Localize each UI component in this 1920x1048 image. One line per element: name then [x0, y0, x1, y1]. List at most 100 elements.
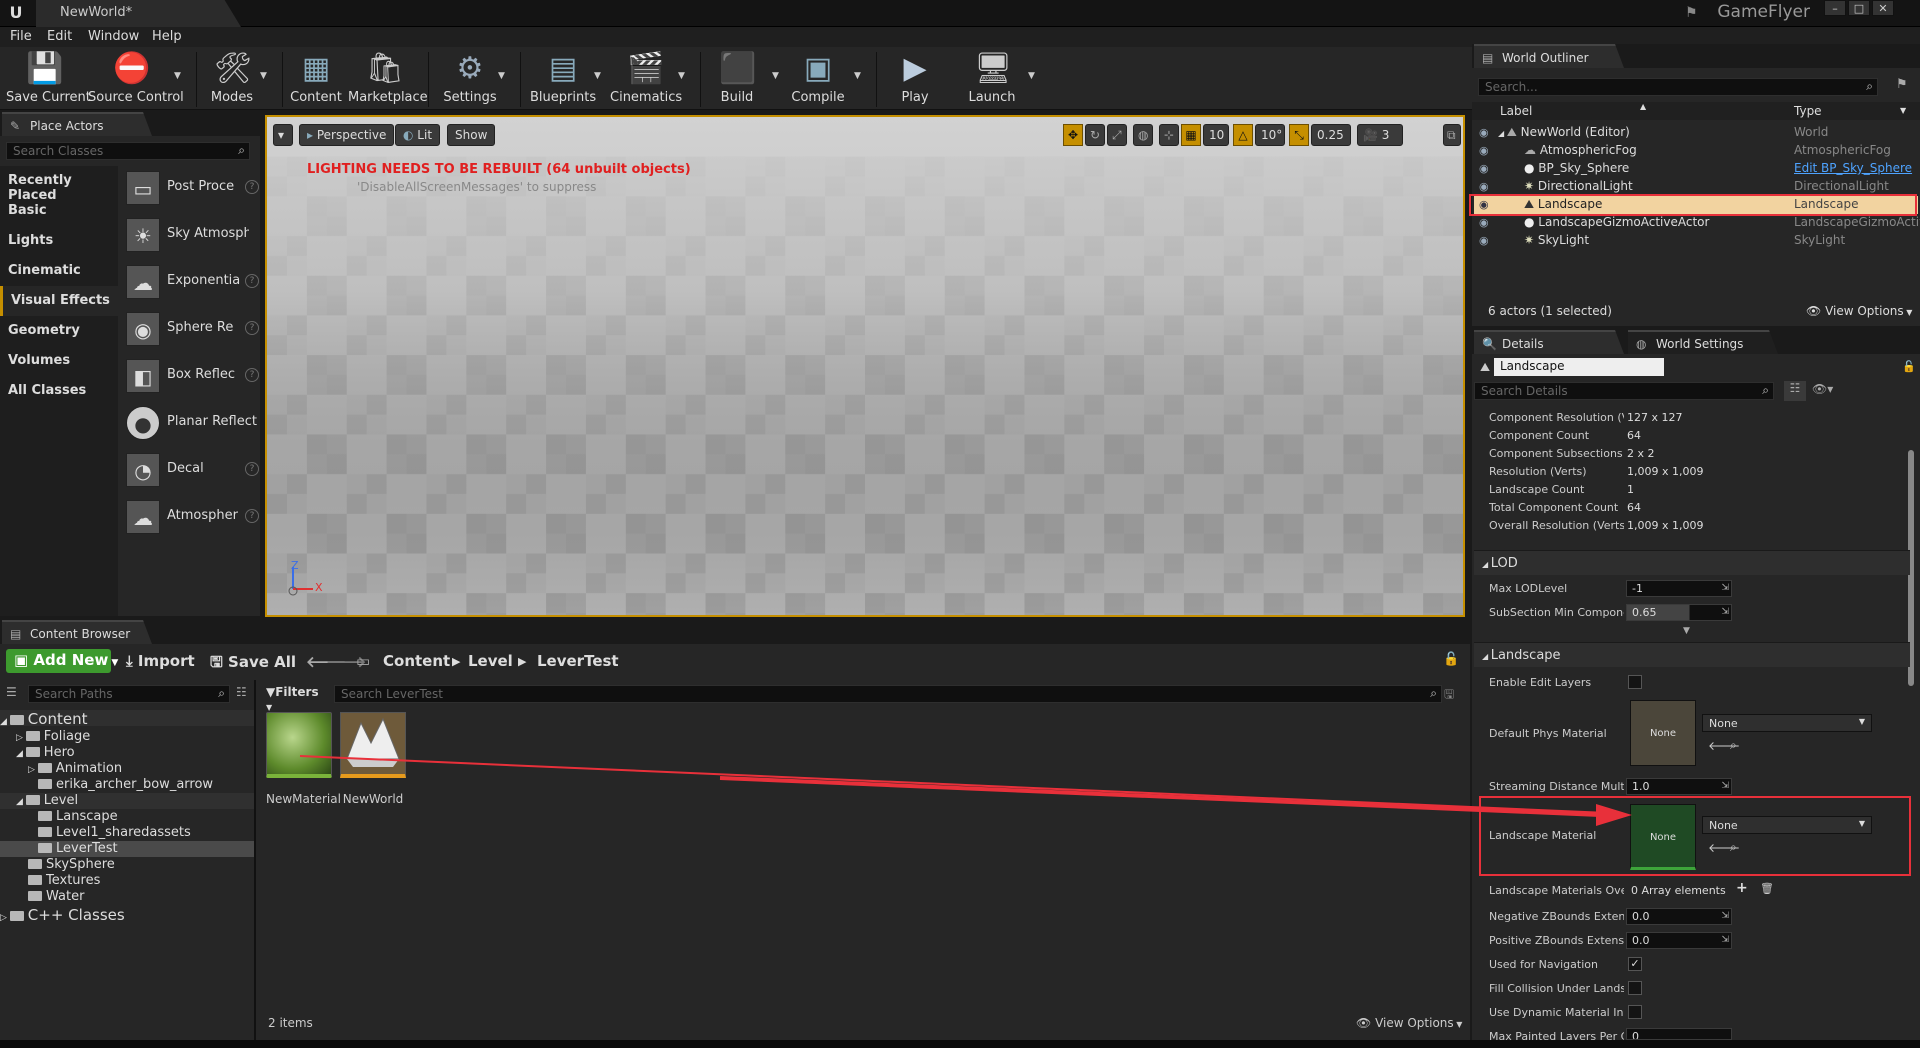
tab-content-browser[interactable]: ▤ Content Browser	[2, 620, 152, 644]
tab-world-settings[interactable]: ◍ World Settings	[1628, 330, 1778, 354]
level-viewport[interactable]: ▾ ▸ Perspective ◐ Lit Show ✥ ↻ ⤢ ◍ ⊹ ▦ 1…	[265, 115, 1465, 617]
phys-material-dropdown[interactable]: None ▼	[1702, 714, 1872, 732]
tree-item-content[interactable]: ◢ Content	[0, 710, 254, 728]
search-details-input[interactable]: Search Details ⌕	[1474, 382, 1774, 400]
help-icon[interactable]: ?	[245, 274, 259, 288]
asset-newworld-thumbnail[interactable]	[340, 712, 406, 778]
settings-button[interactable]: ⚙ Settings	[440, 50, 500, 108]
category-lights[interactable]: Lights	[0, 226, 118, 256]
column-label[interactable]: Label	[1500, 104, 1532, 118]
tree-item-level[interactable]: ◢ Level	[0, 793, 254, 809]
max-lod-level-input[interactable]: -1 ⇲	[1626, 580, 1732, 597]
search-asset-input[interactable]: Search LeverTest ⌕	[334, 685, 1442, 703]
delete-elements-icon[interactable]: 🗑	[1760, 882, 1774, 895]
breadcrumb-levertest[interactable]: LeverTest	[537, 652, 619, 670]
build-button[interactable]: ⬛ Build	[712, 50, 762, 108]
column-dropdown-icon[interactable]: ▼	[1900, 106, 1906, 115]
lock-selection-icon[interactable]: 🔓	[1902, 360, 1916, 373]
world-local-icon[interactable]: ◍	[1133, 124, 1153, 146]
max-painted-layers-input[interactable]: 0	[1626, 1028, 1732, 1040]
outliner-search-input[interactable]: Search... ⌕	[1478, 78, 1878, 96]
blueprints-button[interactable]: ▤ Blueprints	[530, 50, 596, 108]
enable-edit-layers-checkbox[interactable]	[1628, 675, 1642, 689]
perspective-button[interactable]: ▸ Perspective	[299, 124, 395, 146]
tree-item-lanscape[interactable]: Lanscape	[0, 809, 254, 825]
grid-snap-icon[interactable]: ▦	[1181, 124, 1201, 146]
browse-asset-icon[interactable]: ⌕	[1730, 738, 1737, 753]
category-basic[interactable]: Basic	[0, 196, 118, 226]
grid-snap-value[interactable]: 10	[1203, 124, 1229, 146]
menu-window[interactable]: Window	[88, 29, 139, 44]
save-current-button[interactable]: 💾 Save Current	[6, 50, 91, 108]
section-landscape[interactable]: ◢ Landscape	[1474, 642, 1910, 667]
streaming-distance-input[interactable]: 1.0 ⇲	[1626, 778, 1732, 795]
maximize-button[interactable]: □	[1848, 0, 1870, 16]
tab-details[interactable]: 🔍 Details	[1474, 330, 1624, 354]
outliner-row-newworld[interactable]: ◉ ◢ ⛰ NewWorld (Editor) World	[1474, 124, 1918, 142]
camera-speed[interactable]: 🎥 3	[1357, 124, 1403, 146]
tab-world-outliner[interactable]: ▤ World Outliner	[1474, 44, 1624, 68]
add-element-icon[interactable]: +	[1736, 880, 1748, 896]
actor-post-process[interactable]: ▭ Post Proce?	[122, 166, 259, 210]
outliner-row-skylight[interactable]: ◉ ✷ SkyLight SkyLight	[1474, 232, 1918, 250]
settings-dropdown-icon[interactable]: ▼	[498, 71, 505, 81]
filters-button[interactable]: ▼Filters ▼	[266, 685, 326, 712]
blueprints-dropdown-icon[interactable]: ▼	[594, 71, 601, 81]
tree-item-skysphere[interactable]: SkySphere	[0, 857, 254, 873]
details-view-options-icon[interactable]: 👁▾	[1812, 382, 1833, 396]
add-new-button[interactable]: ▣ Add New ▼	[6, 649, 118, 673]
modes-button[interactable]: 🛠 Modes	[206, 50, 258, 108]
negative-zbounds-input[interactable]: 0.0 ⇲	[1626, 908, 1732, 925]
tree-item-levertest[interactable]: LeverTest	[0, 841, 254, 857]
tree-item-cpp-classes[interactable]: ▷ C++ Classes	[0, 906, 254, 924]
category-recently-placed[interactable]: Recently Placed	[0, 166, 118, 203]
actor-decal[interactable]: ◔ Decal?	[122, 448, 259, 492]
tree-item-erika[interactable]: erika_archer_bow_arrow	[0, 777, 254, 793]
tree-item-animation[interactable]: ▷ Animation	[0, 761, 254, 777]
actor-exponential-fog[interactable]: ☁ Exponentia?	[122, 260, 259, 304]
category-visual-effects[interactable]: Visual Effects	[0, 286, 118, 316]
subsection-min-slider[interactable]: 0.65 ⇲	[1626, 604, 1732, 621]
help-icon[interactable]: ?	[245, 509, 259, 523]
compile-dropdown-icon[interactable]: ▼	[854, 71, 861, 81]
help-icon[interactable]: ?	[245, 321, 259, 335]
visibility-eye-icon[interactable]: ◉	[1479, 216, 1489, 229]
tab-place-actors[interactable]: ✎ Place Actors	[2, 112, 152, 136]
outliner-row-atmosphericfog[interactable]: ◉ ☁ AtmosphericFog AtmosphericFog	[1474, 142, 1918, 160]
tree-item-level1-sharedassets[interactable]: Level1_sharedassets	[0, 825, 254, 841]
lock-icon[interactable]: 🔓	[1443, 652, 1459, 667]
help-icon[interactable]: ?	[245, 462, 259, 476]
actor-box-reflection[interactable]: ◧ Box Reflec?	[122, 354, 259, 398]
folder-open-icon[interactable]: ▭	[356, 652, 370, 670]
tree-item-textures[interactable]: Textures	[0, 873, 254, 889]
save-search-icon[interactable]: 🖫	[1444, 685, 1454, 706]
object-name-field[interactable]: Landscape	[1494, 358, 1664, 376]
visibility-eye-icon[interactable]: ◉	[1479, 144, 1489, 157]
outliner-view-options-button[interactable]: 👁 View Options ▼	[1806, 304, 1912, 318]
menu-help[interactable]: Help	[152, 29, 182, 44]
menu-file[interactable]: File	[10, 29, 32, 44]
compile-button[interactable]: ▣ Compile	[790, 50, 846, 108]
path-options-icon[interactable]: ☷	[236, 685, 250, 701]
help-icon[interactable]: ?	[245, 368, 259, 382]
fill-collision-checkbox[interactable]	[1628, 981, 1642, 995]
visibility-eye-icon[interactable]: ◉	[1479, 234, 1489, 247]
import-button[interactable]: ⤓ Import	[126, 652, 195, 670]
tree-item-foliage[interactable]: ▷ Foliage	[0, 729, 254, 745]
search-classes-input[interactable]: Search Classes ⌕	[6, 142, 250, 160]
actor-atmospheric-fog[interactable]: ☁ Atmospher?	[122, 495, 259, 539]
outliner-row-gizmo[interactable]: ◉ ● LandscapeGizmoActiveActor LandscapeGiz…	[1474, 214, 1920, 232]
show-button[interactable]: Show	[447, 124, 496, 146]
view-options-button[interactable]: 👁 View Options ▼	[1356, 1016, 1462, 1030]
play-button[interactable]: ▶ Play	[890, 50, 940, 108]
scale-tool-icon[interactable]: ⤢	[1107, 124, 1127, 146]
surface-snap-icon[interactable]: ⊹	[1159, 124, 1179, 146]
section-lod[interactable]: ◢ LOD	[1474, 550, 1910, 575]
sources-panel-icon[interactable]: ☰	[6, 685, 20, 699]
landscape-material-dropdown[interactable]: None ▼	[1702, 816, 1872, 834]
viewport-options-button[interactable]: ▾	[273, 124, 293, 146]
content-button[interactable]: ▦ Content	[290, 50, 342, 108]
visibility-eye-icon[interactable]: ◉	[1479, 126, 1489, 139]
modes-dropdown-icon[interactable]: ▼	[260, 71, 267, 81]
minimize-button[interactable]: –	[1824, 0, 1846, 16]
